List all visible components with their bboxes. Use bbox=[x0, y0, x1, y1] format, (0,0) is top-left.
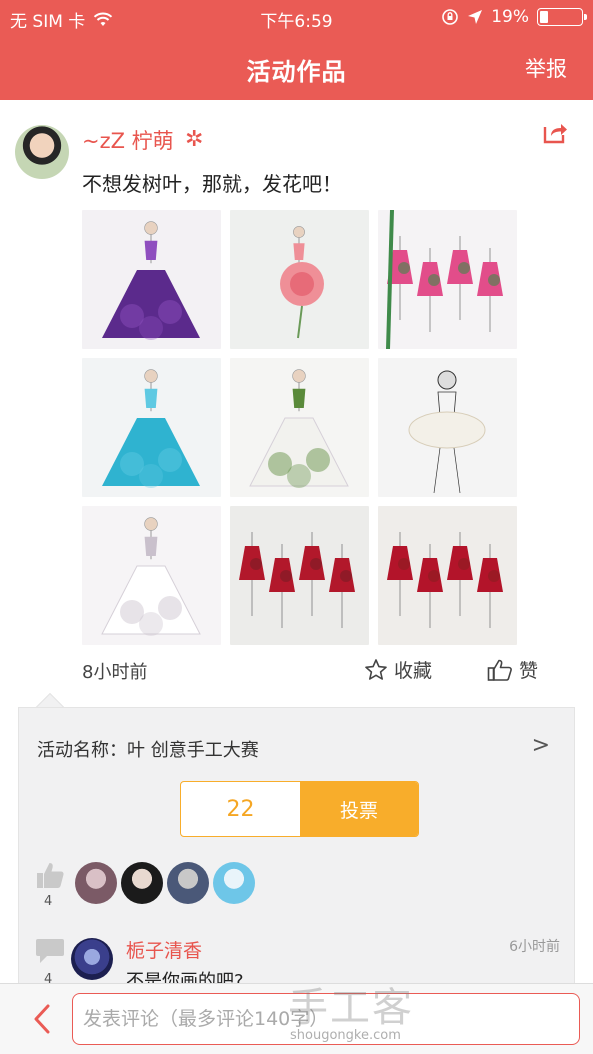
photo-illustration bbox=[82, 210, 221, 349]
back-arrow-icon[interactable] bbox=[32, 1004, 52, 1034]
like-button[interactable]: 赞 bbox=[487, 656, 538, 683]
photo-thumbnail[interactable] bbox=[230, 210, 369, 349]
collect-button[interactable]: 收藏 bbox=[364, 656, 432, 683]
author-avatar[interactable] bbox=[15, 125, 69, 179]
photo-thumbnail[interactable] bbox=[230, 506, 369, 645]
activity-card: 活动名称：叶 创意手工大赛 > 22 投票 4 4 栀子清香 6小时前 不是你画… bbox=[18, 707, 575, 997]
share-icon[interactable] bbox=[542, 119, 568, 145]
photo-thumbnail[interactable] bbox=[378, 358, 517, 497]
likes-thumb-icon bbox=[37, 863, 64, 888]
vote-count: 22 bbox=[226, 796, 255, 822]
status-right: 19% bbox=[441, 7, 587, 27]
watermark-logo: 手工客 bbox=[288, 985, 414, 1031]
battery-level bbox=[540, 11, 548, 23]
location-arrow-icon bbox=[468, 10, 483, 24]
comment-bubble-icon bbox=[36, 939, 64, 963]
voter-avatar[interactable] bbox=[75, 862, 117, 904]
thumbs-up-icon bbox=[487, 659, 512, 681]
commenter-name[interactable]: 栀子清香 bbox=[126, 936, 202, 963]
battery-icon bbox=[537, 8, 587, 26]
voter-avatar[interactable] bbox=[213, 862, 255, 904]
nav-bar: 活动作品 举报 bbox=[0, 36, 593, 100]
report-button[interactable]: 举报 bbox=[525, 53, 567, 83]
flower-badge-icon: ✲ bbox=[185, 127, 204, 152]
author-name[interactable]: ~zZ 柠萌 bbox=[82, 125, 174, 155]
post-time: 8小时前 bbox=[82, 662, 148, 683]
photo-illustration bbox=[378, 506, 517, 645]
photo-thumbnail[interactable] bbox=[82, 358, 221, 497]
photo-grid bbox=[82, 210, 518, 646]
orientation-lock-icon bbox=[442, 9, 459, 25]
photo-thumbnail[interactable] bbox=[378, 506, 517, 645]
collect-label: 收藏 bbox=[394, 660, 433, 682]
photo-thumbnail[interactable] bbox=[82, 506, 221, 645]
post-text: 不想发树叶，那就，发花吧！ bbox=[82, 172, 342, 196]
likes-count: 4 bbox=[44, 894, 53, 909]
activity-name[interactable]: 活动名称：叶 创意手工大赛 bbox=[37, 736, 259, 762]
photo-illustration bbox=[378, 358, 517, 497]
battery-percent: 19% bbox=[491, 7, 529, 27]
photo-thumbnail[interactable] bbox=[82, 210, 221, 349]
photo-illustration bbox=[82, 506, 221, 645]
chevron-right-icon[interactable]: > bbox=[532, 733, 550, 758]
photo-illustration bbox=[82, 358, 221, 497]
vote-box: 22 投票 bbox=[180, 781, 419, 837]
photo-illustration bbox=[230, 358, 369, 497]
star-icon bbox=[365, 658, 387, 680]
vote-button[interactable]: 投票 bbox=[300, 782, 418, 836]
comment-time: 6小时前 bbox=[509, 939, 560, 955]
photo-illustration bbox=[230, 506, 369, 645]
photo-illustration bbox=[230, 210, 369, 349]
status-bar: 无 SIM 卡 下午6:59 19% bbox=[0, 0, 593, 36]
commenter-avatar[interactable] bbox=[71, 938, 113, 980]
photo-illustration bbox=[378, 210, 517, 349]
photo-thumbnail[interactable] bbox=[230, 358, 369, 497]
photo-thumbnail[interactable] bbox=[378, 210, 517, 349]
watermark-url: shougongke.com bbox=[290, 1028, 401, 1043]
voter-avatar[interactable] bbox=[167, 862, 209, 904]
page-title: 活动作品 bbox=[246, 58, 347, 86]
voter-avatar[interactable] bbox=[121, 862, 163, 904]
like-label: 赞 bbox=[519, 660, 539, 682]
